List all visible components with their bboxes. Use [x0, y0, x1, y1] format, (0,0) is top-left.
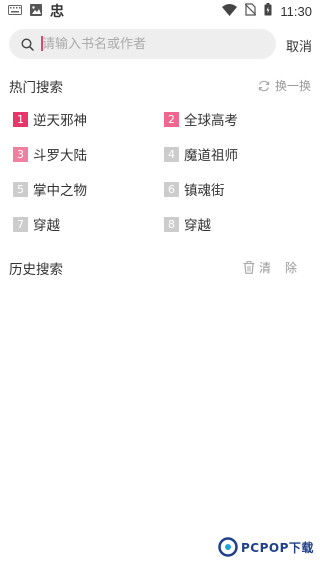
watermark-text: PCPOP下载	[241, 540, 314, 555]
text-cursor	[41, 36, 43, 51]
rank-badge: 8	[164, 216, 179, 232]
wifi-icon	[222, 3, 238, 19]
hot-item-4[interactable]: 4 魔道祖师	[164, 145, 238, 164]
hot-item-6[interactable]: 6 镇魂街	[164, 180, 225, 199]
rank-badge: 5	[13, 181, 28, 197]
image-icon	[30, 3, 42, 19]
rank-badge: 3	[13, 146, 28, 162]
history-search-header: 历史搜索 清除	[0, 258, 320, 278]
search-input[interactable]	[42, 36, 262, 52]
hot-item-1[interactable]: 1 逆天邪神	[13, 110, 87, 129]
hot-item-3[interactable]: 3 斗罗大陆	[13, 145, 87, 164]
hot-item-7[interactable]: 7 穿越	[13, 215, 60, 234]
rank-badge: 7	[13, 216, 28, 232]
battery-icon	[264, 3, 272, 19]
hot-search-header: 热门搜索 换一换	[0, 76, 320, 96]
app-icon: 忠	[50, 4, 64, 20]
hot-item-title: 穿越	[184, 218, 211, 234]
rank-badge: 1	[13, 111, 28, 127]
status-bar: 忠 11:30	[0, 0, 320, 22]
refresh-label: 换一换	[274, 79, 311, 93]
hot-item-title: 魔道祖师	[184, 148, 238, 164]
hot-item-title: 斗罗大陆	[33, 148, 87, 164]
hot-search-title: 热门搜索	[9, 80, 63, 96]
watermark: PCPOP下载	[218, 537, 314, 557]
status-bar-left: 忠	[8, 1, 64, 21]
search-bar: 取消	[0, 28, 320, 60]
hot-item-title: 穿越	[33, 218, 60, 234]
no-sim-icon	[244, 3, 257, 19]
search-box[interactable]	[9, 29, 276, 59]
hot-item-title: 镇魂街	[184, 183, 225, 199]
clear-label: 清除	[258, 261, 311, 275]
clear-history-button[interactable]: 清除	[243, 259, 311, 276]
refresh-icon	[258, 80, 270, 92]
trash-icon	[243, 261, 255, 274]
hot-item-8[interactable]: 8 穿越	[164, 215, 211, 234]
refresh-button[interactable]: 换一换	[258, 77, 311, 94]
keyboard-icon	[8, 4, 22, 18]
hot-item-title: 全球高考	[184, 113, 238, 129]
hot-item-5[interactable]: 5 掌中之物	[13, 180, 87, 199]
search-icon	[21, 37, 34, 51]
pcpop-logo-icon	[218, 537, 238, 557]
rank-badge: 6	[164, 181, 179, 197]
history-search-title: 历史搜索	[9, 262, 63, 278]
rank-badge: 4	[164, 146, 179, 162]
rank-badge: 2	[164, 111, 179, 127]
cancel-button[interactable]: 取消	[286, 36, 312, 55]
status-time: 11:30	[280, 3, 312, 19]
hot-item-title: 逆天邪神	[33, 113, 87, 129]
hot-item-2[interactable]: 2 全球高考	[164, 110, 238, 129]
status-bar-right: 11:30	[222, 3, 312, 19]
hot-item-title: 掌中之物	[33, 183, 87, 199]
